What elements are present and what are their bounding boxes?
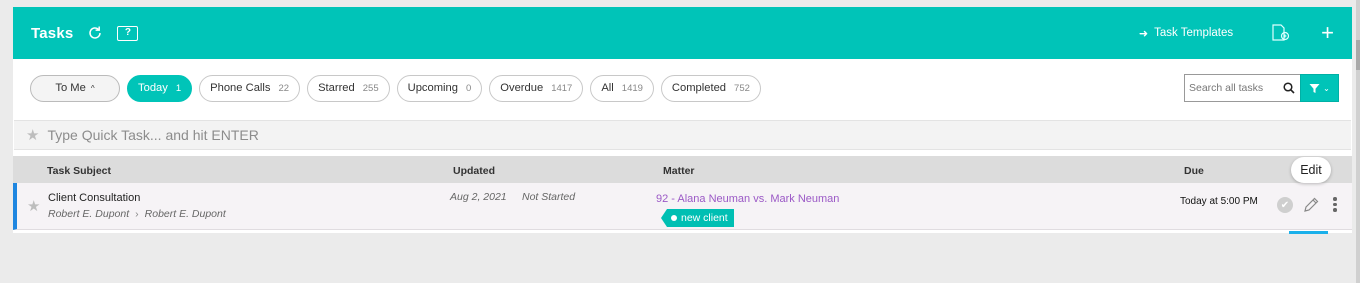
chevron-down-icon: ⌄ [1323, 83, 1330, 93]
tag-label: new client [681, 212, 728, 224]
filter-label: Today [138, 82, 168, 94]
star-icon[interactable]: ★ [27, 197, 40, 215]
matter-link[interactable]: 92 - Alana Neuman vs. Mark Neuman [656, 193, 839, 205]
assigned-to: Robert E. Dupont [144, 208, 226, 220]
search-input[interactable] [1184, 74, 1278, 102]
filter-count: 752 [734, 82, 750, 94]
filter-count: 1417 [551, 82, 573, 94]
edit-hover-indicator [1289, 231, 1328, 234]
filter-count: 1419 [621, 82, 643, 94]
filter-upcoming[interactable]: Upcoming 0 [396, 74, 483, 102]
page-title: Tasks [31, 24, 74, 42]
arrow-right-icon: ➜ [1138, 27, 1149, 40]
to-me-dropdown[interactable]: To Me ^ [30, 74, 120, 102]
assigned-by: Robert E. Dupont [48, 208, 130, 220]
filter-count: 1 [175, 82, 182, 94]
tag-dot-icon [671, 215, 677, 221]
filter-dropdown-button[interactable]: ⌄ [1300, 74, 1339, 102]
filter-bar: To Me ^ Today 1 Phone Calls 22 Starred 2… [13, 59, 1352, 117]
filter-count: 0 [465, 82, 472, 94]
filter-overdue[interactable]: Overdue 1417 [489, 74, 584, 102]
task-assignment: Robert E. Dupont › Robert E. Dupont [48, 208, 226, 220]
search-box: ⌄ [1184, 74, 1339, 102]
table-row[interactable]: ★ Client Consultation Robert E. Dupont › R… [13, 183, 1352, 230]
chevron-right-icon: › [135, 208, 139, 220]
tasks-panel: Tasks ? ➜ Task Templates + To Me ^ Today… [13, 7, 1352, 234]
filter-count: 22 [278, 82, 290, 94]
filter-phone-calls[interactable]: Phone Calls 22 [199, 74, 301, 102]
check-circle-icon[interactable]: ✔ [1277, 197, 1293, 213]
task-templates-link[interactable]: ➜ Task Templates [1139, 27, 1233, 40]
quick-task-bar: ★ [14, 120, 1351, 150]
quick-task-input[interactable] [47, 127, 648, 143]
task-templates-label: Task Templates [1154, 27, 1234, 39]
filter-label: Starred [318, 82, 355, 94]
more-vertical-icon[interactable] [1333, 197, 1337, 212]
chevron-up-icon: ^ [90, 83, 95, 93]
column-due[interactable]: Due [1184, 165, 1204, 177]
filter-label: Phone Calls [210, 82, 271, 94]
filter-label: Upcoming [407, 82, 458, 94]
filter-label: Overdue [500, 82, 544, 94]
filter-count: 255 [362, 82, 379, 94]
filter-all[interactable]: All 1419 [590, 74, 654, 102]
filter-today[interactable]: Today 1 [127, 74, 193, 102]
filter-starred[interactable]: Starred 255 [307, 74, 390, 102]
matter-tag[interactable]: new client [661, 209, 734, 227]
page-scrollbar-thumb[interactable] [1356, 40, 1360, 70]
help-icon[interactable]: ? [117, 25, 139, 41]
to-me-label: To Me [55, 82, 86, 94]
refresh-icon[interactable] [87, 25, 103, 41]
task-subject[interactable]: Client Consultation [48, 192, 140, 204]
column-updated[interactable]: Updated [453, 165, 495, 177]
filter-label: Completed [671, 82, 727, 94]
plus-icon[interactable]: + [1321, 22, 1334, 44]
filter-icon [1309, 83, 1320, 93]
filter-completed[interactable]: Completed 752 [660, 74, 761, 102]
filter-label: All [601, 82, 614, 94]
task-due: Today at 5:00 PM [1180, 196, 1258, 207]
header-actions: ➜ Task Templates + [1139, 22, 1334, 44]
column-task-subject[interactable]: Task Subject [47, 165, 111, 177]
search-icon[interactable] [1278, 74, 1300, 102]
task-status: Not Started [522, 191, 576, 203]
column-matter[interactable]: Matter [663, 165, 695, 177]
edit-tooltip: Edit [1291, 157, 1331, 183]
tasks-header: Tasks ? ➜ Task Templates + [13, 7, 1352, 59]
star-icon[interactable]: ★ [26, 126, 39, 144]
table-header: Task Subject Updated Matter Due [13, 156, 1352, 183]
task-updated-date: Aug 2, 2021 [450, 191, 507, 203]
task-templates-icon[interactable] [1271, 24, 1291, 42]
pencil-icon[interactable] [1302, 196, 1320, 214]
